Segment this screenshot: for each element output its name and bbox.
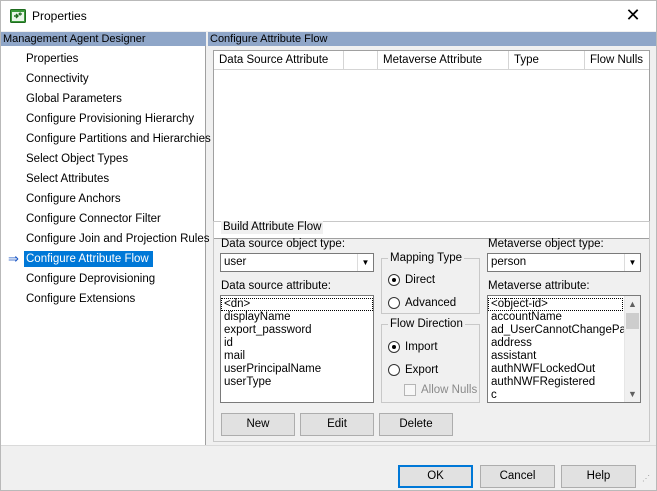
grid-header: Data Source Attribute Metaverse Attribut…	[214, 51, 649, 70]
nav-item-select-attributes[interactable]: Select Attributes	[1, 169, 205, 189]
mapping-direct-radio[interactable]: Direct	[388, 273, 435, 287]
list-item[interactable]: accountName	[488, 311, 640, 324]
radio-unchecked-icon	[388, 364, 400, 376]
nav-item-object-types[interactable]: Select Object Types	[1, 149, 205, 169]
nav-item-global-parameters[interactable]: Global Parameters	[1, 89, 205, 109]
chevron-down-icon[interactable]: ▼	[624, 254, 640, 271]
nav-pane-header: Management Agent Designer	[1, 32, 206, 46]
list-item[interactable]: assistant	[488, 350, 640, 363]
new-button[interactable]: New	[221, 413, 295, 436]
col-flow-nulls[interactable]: Flow Nulls	[585, 51, 647, 70]
nav-item-anchors[interactable]: Configure Anchors	[1, 189, 205, 209]
properties-app-icon	[10, 9, 26, 23]
ds-object-type-label: Data source object type:	[221, 238, 346, 250]
nav-item-extensions[interactable]: Configure Extensions	[1, 289, 205, 309]
nav-item-connector-filter[interactable]: Configure Connector Filter	[1, 209, 205, 229]
list-item[interactable]: address	[488, 337, 640, 350]
ds-attribute-list[interactable]: <dn> displayName export_password id mail…	[220, 295, 374, 403]
list-item[interactable]: userType	[221, 376, 373, 389]
edit-button[interactable]: Edit	[300, 413, 374, 436]
content-pane-header: Configure Attribute Flow	[208, 32, 656, 46]
close-icon: ✕	[625, 5, 641, 25]
radio-unchecked-icon	[388, 297, 400, 309]
cancel-button[interactable]: Cancel	[480, 465, 555, 488]
list-item[interactable]: id	[221, 337, 373, 350]
mv-object-type-select[interactable]: person ▼	[487, 253, 641, 272]
current-step-arrow-icon: ⇒	[8, 251, 19, 266]
list-item[interactable]: authNWFRegistered	[488, 376, 640, 389]
mv-object-type-label: Metaverse object type:	[488, 238, 604, 250]
help-button[interactable]: Help	[561, 465, 636, 488]
scroll-up-icon[interactable]: ▲	[625, 296, 640, 312]
build-attribute-flow-group: Build Attribute Flow Data source object …	[213, 221, 650, 442]
mapping-type-group: Mapping Type Direct Advanced	[381, 252, 480, 314]
radio-checked-icon	[388, 341, 400, 353]
flow-import-radio[interactable]: Import	[388, 340, 438, 354]
allow-nulls-checkbox[interactable]: Allow Nulls	[404, 383, 477, 397]
scroll-down-icon[interactable]: ▼	[625, 386, 640, 402]
nav-item-join-projection-rules[interactable]: Configure Join and Projection Rules	[1, 229, 209, 249]
list-item[interactable]: <dn>	[221, 298, 373, 311]
ds-object-type-select[interactable]: user ▼	[220, 253, 374, 272]
properties-dialog: Properties ✕ Management Agent Designer P…	[0, 0, 657, 491]
mapping-type-label: Mapping Type	[388, 252, 465, 265]
nav-item-partitions-hierarchies[interactable]: Configure Partitions and Hierarchies	[1, 129, 211, 149]
nav-item-properties[interactable]: Properties	[1, 49, 205, 69]
flow-direction-label: Flow Direction	[388, 318, 465, 331]
checkbox-icon	[404, 384, 416, 396]
dialog-button-bar: OK Cancel Help ⋰	[1, 445, 656, 490]
close-button[interactable]: ✕	[610, 1, 656, 31]
col-type[interactable]: Type	[509, 51, 585, 70]
title-bar[interactable]: Properties ✕	[1, 1, 656, 31]
radio-checked-icon	[388, 274, 400, 286]
scroll-thumb[interactable]	[626, 313, 639, 329]
list-item[interactable]: c	[488, 389, 640, 402]
mapping-advanced-radio[interactable]: Advanced	[388, 296, 456, 310]
attribute-flow-pane: Configure Attribute Flow Data Source Att…	[208, 32, 656, 445]
list-item[interactable]: authNWFLockedOut	[488, 363, 640, 376]
col-flow-arrow[interactable]	[344, 51, 378, 70]
mv-attribute-scrollbar[interactable]: ▲ ▼	[624, 296, 640, 402]
list-item[interactable]: mail	[221, 350, 373, 363]
designer-nav-pane: Management Agent Designer Properties Con…	[1, 32, 211, 445]
chevron-down-icon[interactable]: ▼	[357, 254, 373, 271]
list-item[interactable]: displayName	[221, 311, 373, 324]
window-title: Properties	[32, 9, 87, 23]
ds-object-type-value: user	[224, 256, 247, 268]
designer-nav-list: Properties Connectivity Global Parameter…	[1, 49, 211, 309]
list-item[interactable]: <object-id>	[488, 298, 623, 311]
resize-grip-icon[interactable]: ⋰	[642, 475, 654, 488]
nav-item-attribute-flow[interactable]: ⇒ Configure Attribute Flow	[1, 249, 205, 269]
list-item[interactable]: export_password	[221, 324, 373, 337]
delete-button[interactable]: Delete	[379, 413, 453, 436]
nav-item-deprovisioning[interactable]: Configure Deprovisioning	[1, 269, 205, 289]
mv-attribute-list[interactable]: <object-id> accountName ad_UserCannotCha…	[487, 295, 641, 403]
list-item[interactable]: userPrincipalName	[221, 363, 373, 376]
build-attribute-flow-label: Build Attribute Flow	[221, 221, 324, 234]
attribute-flow-grid[interactable]: Data Source Attribute Metaverse Attribut…	[213, 50, 650, 239]
flow-export-radio[interactable]: Export	[388, 363, 438, 377]
flow-direction-group: Flow Direction Import Export Allow Nulls	[381, 318, 480, 403]
nav-item-provisioning-hierarchy[interactable]: Configure Provisioning Hierarchy	[1, 109, 205, 129]
ok-button[interactable]: OK	[398, 465, 473, 488]
mv-attribute-label: Metaverse attribute:	[488, 280, 590, 292]
list-item[interactable]: ad_UserCannotChangePass	[488, 324, 640, 337]
col-metaverse-attribute[interactable]: Metaverse Attribute	[378, 51, 509, 70]
col-data-source-attribute[interactable]: Data Source Attribute	[214, 51, 344, 70]
nav-item-connectivity[interactable]: Connectivity	[1, 69, 205, 89]
ds-attribute-label: Data source attribute:	[221, 280, 331, 292]
mv-object-type-value: person	[491, 256, 527, 268]
